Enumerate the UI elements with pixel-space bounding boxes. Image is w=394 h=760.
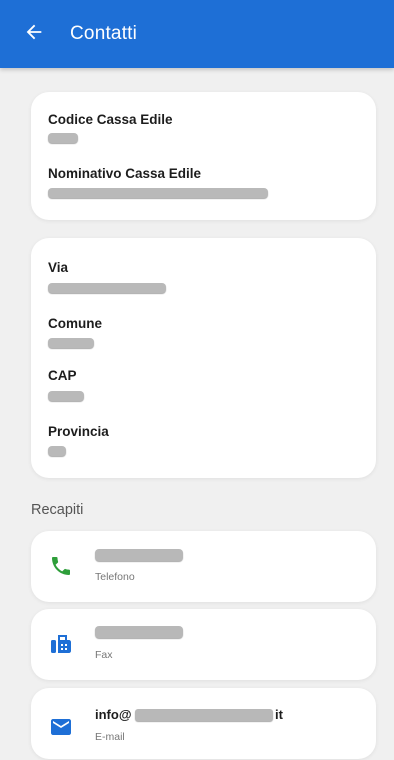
nominativo-cassa-label: Nominativo Cassa Edile <box>48 166 202 181</box>
codice-cassa-label: Codice Cassa Edile <box>48 112 173 127</box>
mail-icon <box>48 714 74 740</box>
provincia-label: Provincia <box>48 424 109 439</box>
cap-label: CAP <box>48 368 77 383</box>
fax-card[interactable]: Fax <box>31 609 376 680</box>
fax-value <box>95 626 183 638</box>
comune-label: Comune <box>48 316 102 331</box>
cap-value <box>48 391 84 401</box>
email-caption: E-mail <box>95 731 125 743</box>
telefono-caption: Telefono <box>95 571 135 583</box>
comune-value <box>48 338 94 348</box>
address-card: Via Comune CAP Provincia <box>31 238 376 478</box>
provincia-value <box>48 446 66 456</box>
phone-icon <box>48 553 74 579</box>
email-suffix: it <box>275 707 283 722</box>
email-prefix: info@ <box>95 707 132 722</box>
via-value <box>48 283 166 293</box>
telefono-card[interactable]: Telefono <box>31 531 376 602</box>
email-card[interactable]: info@ it E-mail <box>31 688 376 759</box>
codice-cassa-value <box>48 133 78 143</box>
via-label: Via <box>48 260 69 275</box>
cassa-edile-card: Codice Cassa Edile Nominativo Cassa Edil… <box>31 92 376 220</box>
arrow-left-icon <box>23 21 45 48</box>
telefono-value <box>95 549 183 561</box>
fax-icon <box>48 631 74 657</box>
nominativo-cassa-value <box>48 188 268 198</box>
recapiti-section-title: Recapiti <box>31 502 84 518</box>
email-redacted-domain <box>135 709 273 721</box>
back-button[interactable] <box>11 11 57 57</box>
page-title: Contatti <box>70 23 138 44</box>
fax-caption: Fax <box>95 649 113 661</box>
app-bar: Contatti <box>0 0 394 68</box>
